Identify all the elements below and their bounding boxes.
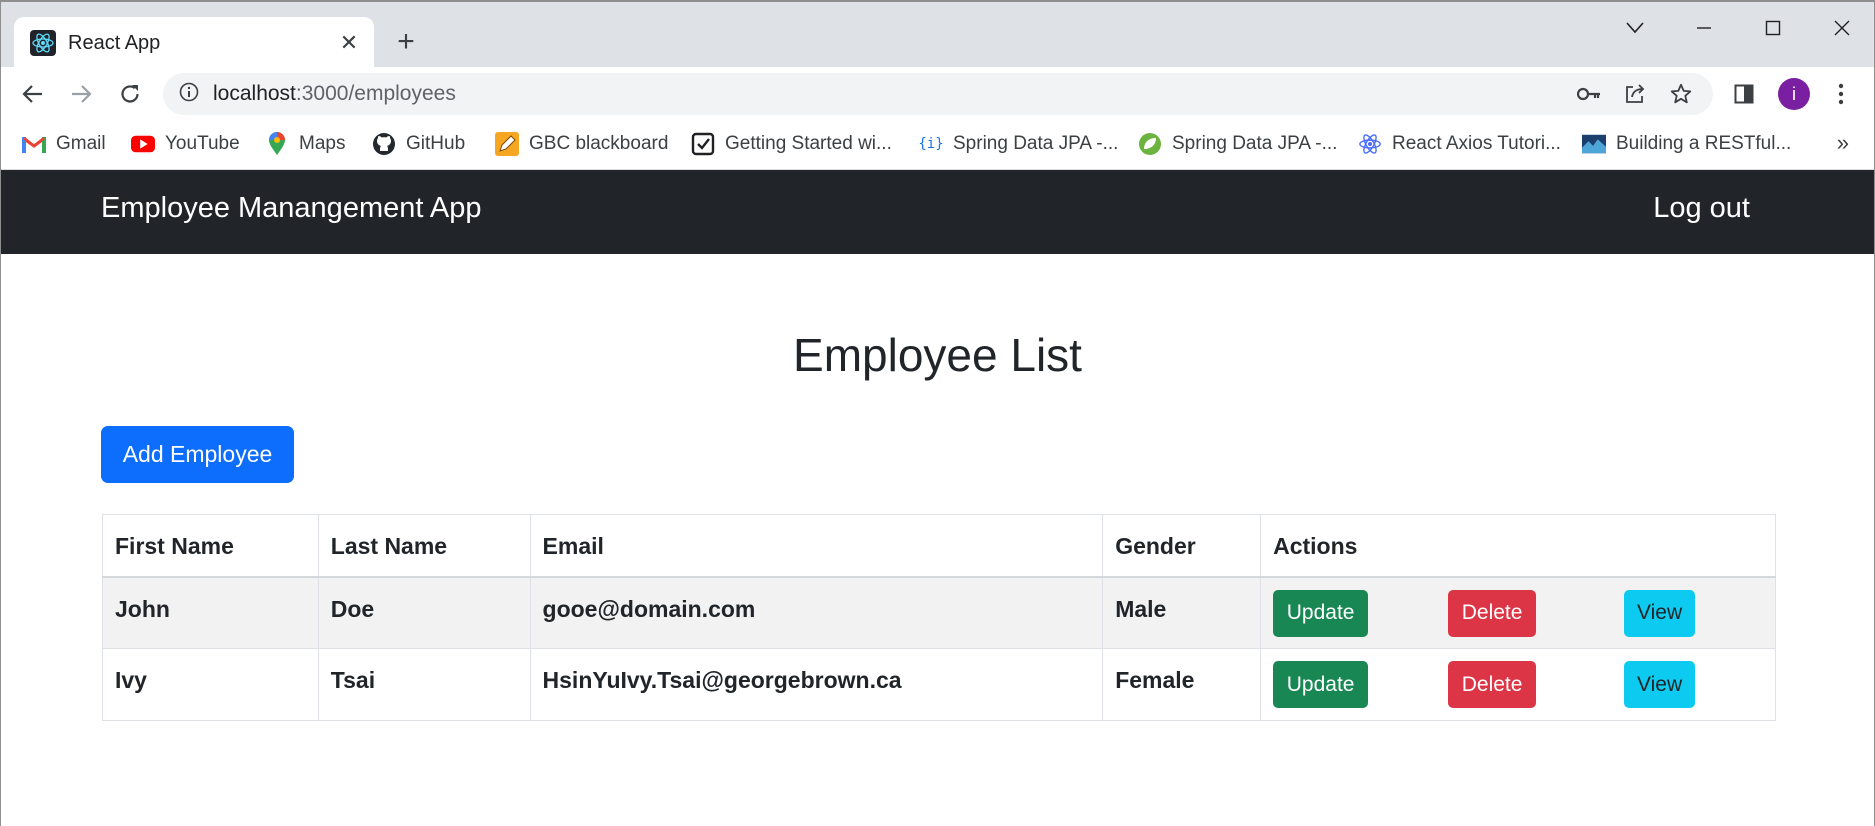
- bookmarks-bar: Gmail YouTube Maps GitHub GBC blackboard…: [0, 122, 1875, 170]
- cell-email: HsinYuIvy.Tsai@georgebrown.ca: [529, 648, 1104, 721]
- cell-first-name: Ivy: [102, 648, 319, 721]
- column-header-actions: Actions: [1260, 514, 1776, 578]
- bookmark-label: GitHub: [406, 133, 466, 154]
- bookmark-label: Spring Data JPA -...: [953, 133, 1119, 154]
- view-button[interactable]: View: [1624, 661, 1696, 708]
- image-icon: [1582, 132, 1606, 156]
- forward-arrow-icon[interactable]: [63, 76, 99, 112]
- bookmark-label: Getting Started wi...: [725, 133, 892, 154]
- browser-tab[interactable]: React App ✕: [14, 17, 374, 69]
- column-header-email: Email: [529, 514, 1104, 578]
- key-icon[interactable]: [1571, 73, 1607, 115]
- close-icon[interactable]: ✕: [334, 28, 364, 58]
- github-icon: [372, 132, 396, 156]
- address-bar[interactable]: localhost:3000/employees: [163, 73, 1713, 115]
- plus-icon[interactable]: +: [390, 25, 422, 58]
- bookmark-spring-data-jpa-1[interactable]: {i} Spring Data JPA -...: [918, 122, 1119, 166]
- gmail-icon: [22, 132, 46, 156]
- bookmark-maps[interactable]: Maps: [265, 122, 345, 166]
- logout-link[interactable]: Log out: [1653, 192, 1750, 225]
- reload-icon[interactable]: [112, 76, 148, 112]
- bookmark-gbc-blackboard[interactable]: GBC blackboard: [495, 122, 668, 166]
- table-row: Ivy Tsai HsinYuIvy.Tsai@georgebrown.ca F…: [102, 648, 1776, 721]
- cell-first-name: John: [102, 576, 319, 649]
- bookmark-label: Spring Data JPA -...: [1172, 133, 1338, 154]
- url-host: localhost: [213, 82, 296, 105]
- employee-table: First Name Last Name Email Gender Action…: [102, 514, 1776, 721]
- bookmark-github[interactable]: GitHub: [372, 122, 465, 166]
- bookmark-gmail[interactable]: Gmail: [22, 122, 106, 166]
- cell-email: gooe@domain.com: [529, 576, 1104, 649]
- side-panel-icon[interactable]: [1726, 76, 1762, 112]
- column-header-first-name: First Name: [102, 514, 319, 578]
- maximize-icon[interactable]: [1753, 12, 1793, 44]
- minimize-icon[interactable]: [1684, 12, 1724, 44]
- browser-toolbar: localhost:3000/employees i: [0, 67, 1875, 122]
- share-icon[interactable]: [1617, 73, 1653, 115]
- tab-title: React App: [68, 31, 161, 54]
- cell-gender: Female: [1102, 648, 1262, 721]
- cell-actions: Update Delete View: [1260, 576, 1776, 649]
- url-path: :3000/employees: [295, 82, 456, 105]
- bookmark-label: GBC blackboard: [529, 133, 669, 154]
- page-icon: [691, 132, 715, 156]
- bookmark-label: Maps: [299, 133, 346, 154]
- page-title: Employee List: [793, 329, 1082, 381]
- column-header-gender: Gender: [1102, 514, 1262, 578]
- view-button[interactable]: View: [1624, 589, 1696, 637]
- navbar-brand[interactable]: Employee Manangement App: [101, 192, 481, 225]
- bookmark-react-axios[interactable]: React Axios Tutori...: [1358, 122, 1561, 166]
- bookmark-building-restful[interactable]: Building a RESTful...: [1582, 122, 1791, 166]
- update-button[interactable]: Update: [1273, 589, 1369, 637]
- bookmark-label: Building a RESTful...: [1616, 133, 1792, 154]
- spring-leaf-icon: [1138, 132, 1162, 156]
- column-header-last-name: Last Name: [317, 514, 531, 578]
- app-navbar: Employee Manangement App Log out: [0, 170, 1875, 254]
- avatar: i: [1778, 78, 1810, 110]
- info-icon[interactable]: [179, 82, 199, 107]
- bookmark-getting-started[interactable]: Getting Started wi...: [691, 122, 892, 166]
- react-icon: [1358, 132, 1382, 156]
- react-icon: [30, 30, 56, 56]
- bookmarks-overflow-chevron[interactable]: »: [1837, 130, 1849, 156]
- table-header-row: First Name Last Name Email Gender Action…: [102, 514, 1776, 578]
- cell-last-name: Tsai: [317, 648, 531, 721]
- braces-icon: {i}: [918, 136, 944, 152]
- star-icon[interactable]: [1663, 73, 1699, 115]
- bookmark-label: YouTube: [165, 133, 240, 154]
- delete-button[interactable]: Delete: [1448, 661, 1537, 708]
- bookmark-spring-data-jpa-2[interactable]: Spring Data JPA -...: [1138, 122, 1337, 166]
- maps-icon: [265, 132, 289, 156]
- profile-avatar[interactable]: i: [1776, 76, 1812, 112]
- pencil-icon: [495, 132, 519, 156]
- add-employee-button[interactable]: Add Employee: [101, 426, 294, 483]
- menu-dots-icon[interactable]: [1823, 76, 1859, 112]
- cell-gender: Male: [1102, 576, 1262, 649]
- table-row: John Doe gooe@domain.com Male Update Del…: [102, 576, 1776, 649]
- youtube-icon: [131, 132, 155, 156]
- delete-button[interactable]: Delete: [1448, 589, 1537, 637]
- tab-search-icon[interactable]: [1615, 12, 1655, 44]
- bookmark-label: Gmail: [56, 133, 106, 154]
- update-button[interactable]: Update: [1273, 661, 1369, 708]
- back-arrow-icon[interactable]: [15, 76, 51, 112]
- bookmark-youtube[interactable]: YouTube: [131, 122, 240, 166]
- bookmark-label: React Axios Tutori...: [1392, 133, 1561, 154]
- browser-tab-strip: React App ✕ +: [0, 0, 1875, 69]
- close-window-icon[interactable]: [1822, 12, 1862, 44]
- cell-last-name: Doe: [317, 576, 531, 649]
- cell-actions: Update Delete View: [1260, 648, 1776, 721]
